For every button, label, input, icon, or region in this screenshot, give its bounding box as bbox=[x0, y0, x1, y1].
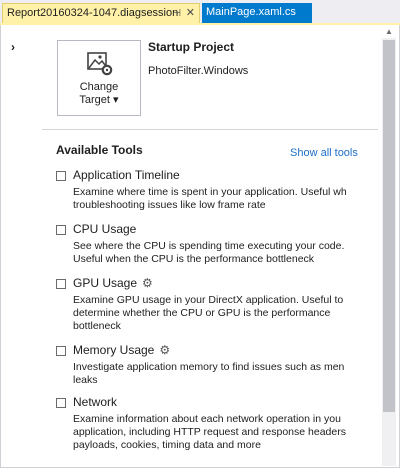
tool-name-label[interactable]: Network bbox=[73, 395, 117, 409]
startup-project-name: PhotoFilter.Windows bbox=[148, 65, 249, 77]
scroll-up-arrow-icon[interactable]: ▲ bbox=[385, 27, 393, 36]
startup-project-title: Startup Project bbox=[148, 40, 235, 54]
divider bbox=[42, 129, 378, 130]
scrollbar-thumb[interactable] bbox=[383, 40, 395, 412]
pin-icon[interactable]: ⊣ bbox=[172, 4, 181, 23]
tool-name-label[interactable]: GPU Usage ⚙ bbox=[73, 276, 153, 290]
dropdown-arrow-icon: ▾ bbox=[113, 94, 119, 106]
image-gear-icon bbox=[87, 52, 113, 76]
tab-diagsession-label: Report20160324-1047.diagsession bbox=[7, 7, 179, 19]
change-target-line1: Change bbox=[79, 81, 119, 93]
tool-checkbox[interactable] bbox=[56, 346, 66, 356]
show-all-tools-link[interactable]: Show all tools bbox=[290, 147, 358, 159]
tab-mainpage-label: MainPage.xaml.cs bbox=[206, 6, 296, 18]
change-target-line2: Target ▾ bbox=[79, 94, 119, 106]
tab-diagsession[interactable]: Report20160324-1047.diagsession ⊣ ✕ bbox=[2, 3, 200, 23]
tool-checkbox[interactable] bbox=[56, 398, 66, 408]
tool-description: Examine GPU usage in your DirectX applic… bbox=[73, 294, 344, 332]
tool-description: See where the CPU is spending time execu… bbox=[73, 240, 345, 265]
close-icon[interactable]: ✕ bbox=[186, 4, 195, 23]
tool-description: Investigate application memory to find i… bbox=[73, 361, 345, 386]
tool-checkbox[interactable] bbox=[56, 279, 66, 289]
available-tools-heading: Available Tools bbox=[56, 143, 143, 157]
tool-name-label[interactable]: CPU Usage bbox=[73, 222, 136, 236]
expand-chevron-icon[interactable]: › bbox=[11, 40, 15, 54]
tool-name-label[interactable]: Memory Usage ⚙ bbox=[73, 343, 170, 357]
gear-icon[interactable]: ⚙ bbox=[142, 276, 153, 290]
change-target-label: Change Target ▾ bbox=[58, 81, 140, 107]
tool-checkbox[interactable] bbox=[56, 171, 66, 181]
tool-description: Examine information about each network o… bbox=[73, 413, 346, 451]
tool-name-label[interactable]: Application Timeline bbox=[73, 168, 180, 182]
document-tab-bar: Report20160324-1047.diagsession ⊣ ✕ Main… bbox=[0, 0, 400, 25]
vertical-scrollbar[interactable] bbox=[382, 38, 396, 466]
tool-description: Examine where time is spent in your appl… bbox=[73, 186, 347, 211]
gear-icon[interactable]: ⚙ bbox=[159, 343, 170, 357]
change-target-button[interactable]: Change Target ▾ bbox=[57, 40, 141, 116]
tool-checkbox[interactable] bbox=[56, 225, 66, 235]
tab-underline bbox=[0, 23, 400, 25]
tab-mainpage[interactable]: MainPage.xaml.cs bbox=[202, 3, 312, 23]
